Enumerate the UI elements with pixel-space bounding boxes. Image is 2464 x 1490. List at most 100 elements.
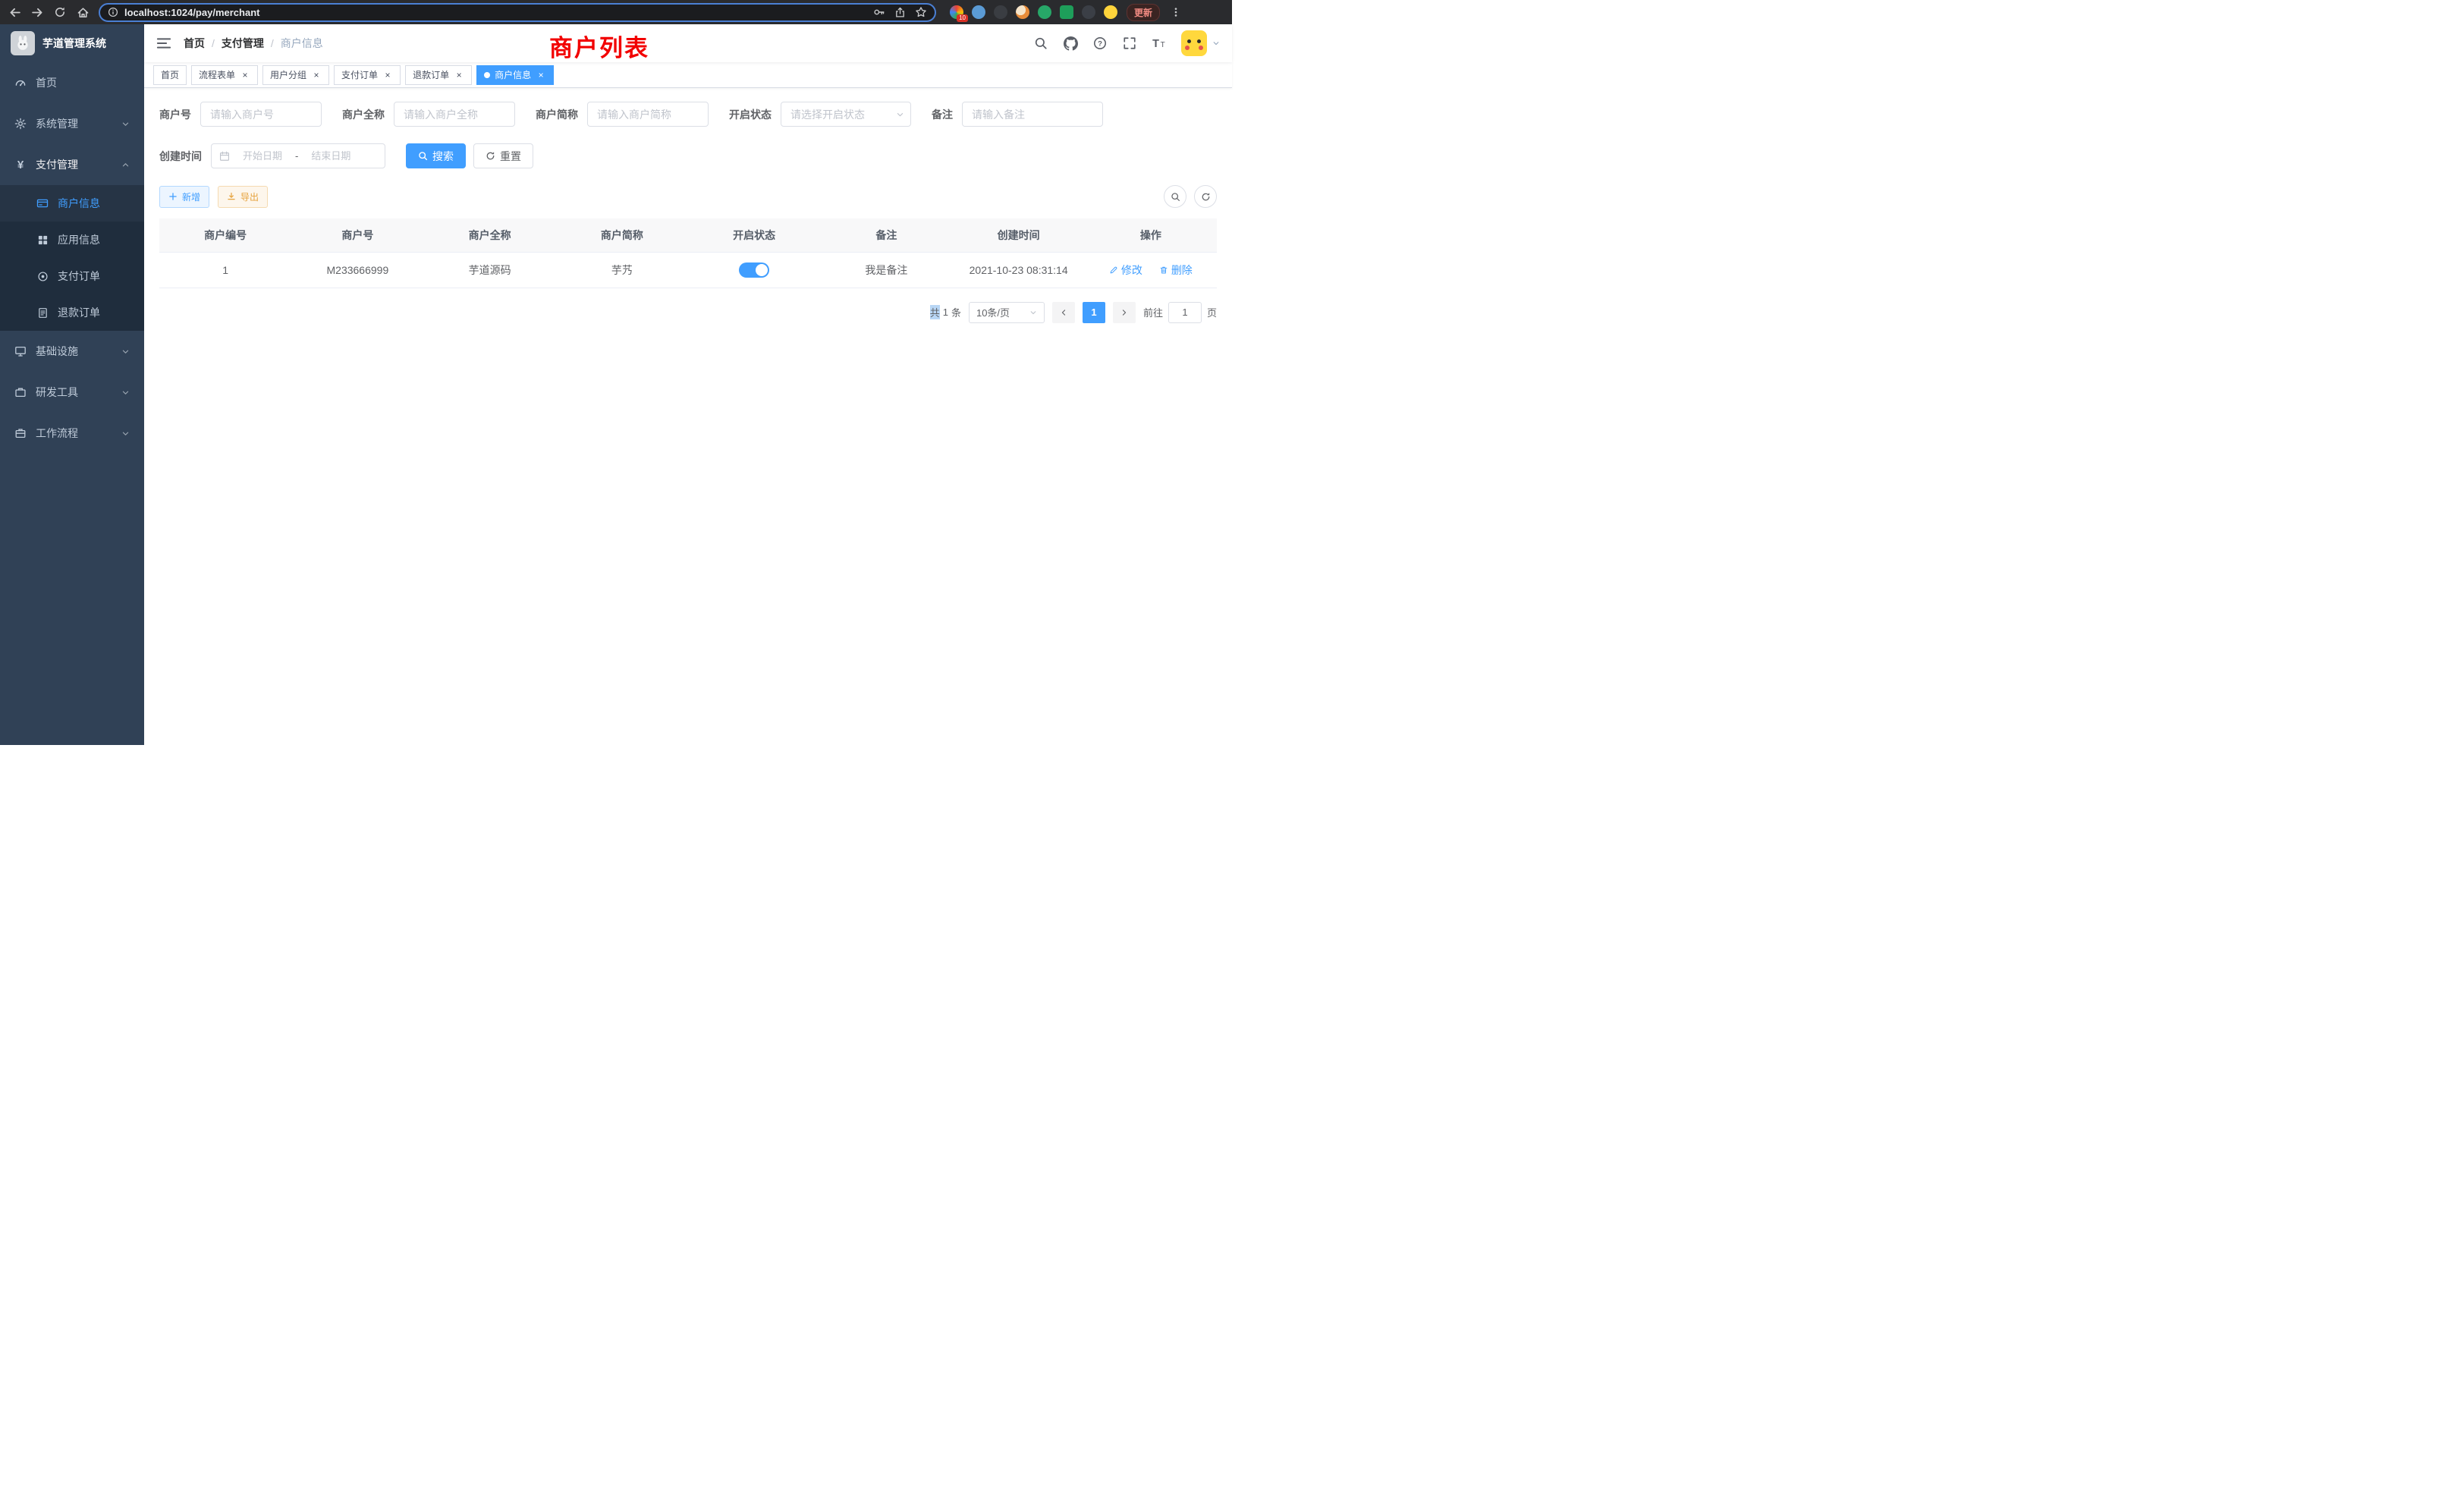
goto-page-input[interactable]	[1168, 302, 1202, 323]
svg-text:T: T	[1152, 38, 1159, 50]
sidebar-item-merchant-info[interactable]: 商户信息	[0, 185, 144, 222]
sidebar-item-dev-tools[interactable]: 研发工具	[0, 372, 144, 413]
extension-icon-8[interactable]	[1104, 5, 1117, 19]
tab-label: 用户分组	[270, 68, 306, 81]
tab-label: 支付订单	[341, 68, 378, 81]
sidebar-item-app-info[interactable]: 应用信息	[0, 222, 144, 258]
start-date-input[interactable]	[234, 150, 291, 162]
bookmark-star-icon[interactable]	[915, 6, 927, 18]
sidebar: 芋道管理系统 首页 系统管理 ¥ 支付管理	[0, 24, 144, 745]
tab-label: 商户信息	[495, 68, 531, 81]
refresh-icon	[486, 151, 495, 161]
fullscreen-icon[interactable]	[1122, 36, 1137, 51]
extension-icon-1[interactable]: 10	[950, 5, 963, 19]
sidebar-item-workflow[interactable]: 工作流程	[0, 413, 144, 454]
font-size-icon[interactable]: TT	[1152, 36, 1167, 51]
export-button[interactable]: 导出	[218, 186, 268, 208]
refresh-table-button[interactable]	[1194, 185, 1217, 208]
extension-icon-4[interactable]	[1016, 5, 1029, 19]
back-icon[interactable]	[8, 5, 21, 19]
close-icon[interactable]	[382, 70, 393, 80]
share-icon[interactable]	[894, 7, 906, 18]
short-name-input[interactable]	[587, 102, 709, 127]
chevron-up-icon	[121, 161, 130, 169]
merchant-no-input[interactable]	[200, 102, 322, 127]
sidebar-item-label: 首页	[36, 75, 57, 90]
site-info-icon[interactable]	[108, 7, 118, 17]
tab-label: 流程表单	[199, 68, 235, 81]
next-page-button[interactable]	[1113, 302, 1136, 323]
address-bar[interactable]: localhost:1024/pay/merchant	[99, 3, 936, 22]
delete-link[interactable]: 删除	[1159, 262, 1193, 278]
add-button[interactable]: 新增	[159, 186, 209, 208]
pencil-icon	[1109, 266, 1118, 275]
close-icon[interactable]	[240, 70, 250, 80]
extension-icon-6[interactable]	[1060, 5, 1073, 19]
cell-actions: 修改 删除	[1085, 252, 1217, 288]
sidebar-item-refund-order[interactable]: 退款订单	[0, 294, 144, 331]
breadcrumb-payment[interactable]: 支付管理	[205, 36, 264, 51]
prev-page-button[interactable]	[1052, 302, 1075, 323]
extension-icon-7[interactable]	[1082, 5, 1095, 19]
github-icon[interactable]	[1063, 36, 1078, 51]
tab-process-form[interactable]: 流程表单	[191, 65, 258, 85]
toggle-search-button[interactable]	[1164, 185, 1186, 208]
search-button-label: 搜索	[432, 149, 454, 164]
merchant-card-icon	[36, 197, 49, 209]
close-icon[interactable]	[454, 70, 464, 80]
filter-full-name: 商户全称	[342, 102, 515, 127]
col-header-create-time: 创建时间	[953, 218, 1085, 252]
add-button-label: 新增	[182, 190, 200, 203]
status-select[interactable]	[781, 102, 911, 127]
extension-icon-3[interactable]	[994, 5, 1007, 19]
tab-home[interactable]: 首页	[153, 65, 187, 85]
sidebar-item-label: 系统管理	[36, 116, 78, 131]
sidebar-item-infrastructure[interactable]: 基础设施	[0, 331, 144, 372]
sidebar-item-pay-order[interactable]: 支付订单	[0, 258, 144, 294]
sidebar-item-home[interactable]: 首页	[0, 62, 144, 103]
close-icon[interactable]	[311, 70, 322, 80]
home-icon[interactable]	[76, 5, 90, 19]
logo[interactable]: 芋道管理系统	[0, 24, 144, 62]
col-header-actions: 操作	[1085, 218, 1217, 252]
full-name-input[interactable]	[394, 102, 515, 127]
help-icon[interactable]: ?	[1092, 36, 1108, 51]
sidebar-item-system[interactable]: 系统管理	[0, 103, 144, 144]
browser-update-button[interactable]: 更新	[1127, 4, 1160, 21]
tab-merchant-info[interactable]: 商户信息	[476, 65, 554, 85]
gear-icon	[14, 118, 27, 130]
page-number-button[interactable]: 1	[1083, 302, 1105, 323]
search-icon[interactable]	[1033, 36, 1048, 51]
cell-status	[688, 252, 820, 288]
field-label: 备注	[932, 107, 953, 122]
edit-link[interactable]: 修改	[1109, 262, 1142, 278]
sidebar-item-payment[interactable]: ¥ 支付管理	[0, 144, 144, 185]
close-icon[interactable]	[536, 70, 546, 80]
user-avatar[interactable]	[1181, 30, 1220, 56]
status-toggle[interactable]	[739, 262, 769, 278]
breadcrumb-home[interactable]: 首页	[184, 36, 205, 51]
password-key-icon[interactable]	[873, 6, 885, 18]
sidebar-toggle-icon[interactable]	[156, 36, 171, 51]
target-icon	[36, 270, 49, 282]
chevron-down-icon	[1029, 309, 1037, 316]
reload-icon[interactable]	[53, 5, 67, 19]
reset-button[interactable]: 重置	[473, 143, 533, 168]
search-button[interactable]: 搜索	[406, 143, 466, 168]
forward-icon[interactable]	[30, 5, 44, 19]
page-size-select[interactable]: 10条/页	[969, 302, 1045, 323]
tab-refund-order[interactable]: 退款订单	[405, 65, 472, 85]
kebab-menu-icon[interactable]	[1169, 5, 1183, 19]
yen-icon: ¥	[14, 159, 27, 171]
extension-icon-5[interactable]	[1038, 5, 1051, 19]
navbar-tools: ? TT	[1033, 30, 1220, 56]
remark-input[interactable]	[962, 102, 1103, 127]
tab-pay-order[interactable]: 支付订单	[334, 65, 401, 85]
status-select-input[interactable]	[781, 102, 911, 127]
end-date-input[interactable]	[303, 150, 359, 162]
tab-user-group[interactable]: 用户分组	[262, 65, 329, 85]
total-prefix: 共	[930, 305, 940, 319]
date-range-picker[interactable]: -	[211, 143, 385, 168]
chevron-down-icon	[121, 429, 130, 438]
extension-icon-2[interactable]	[972, 5, 985, 19]
